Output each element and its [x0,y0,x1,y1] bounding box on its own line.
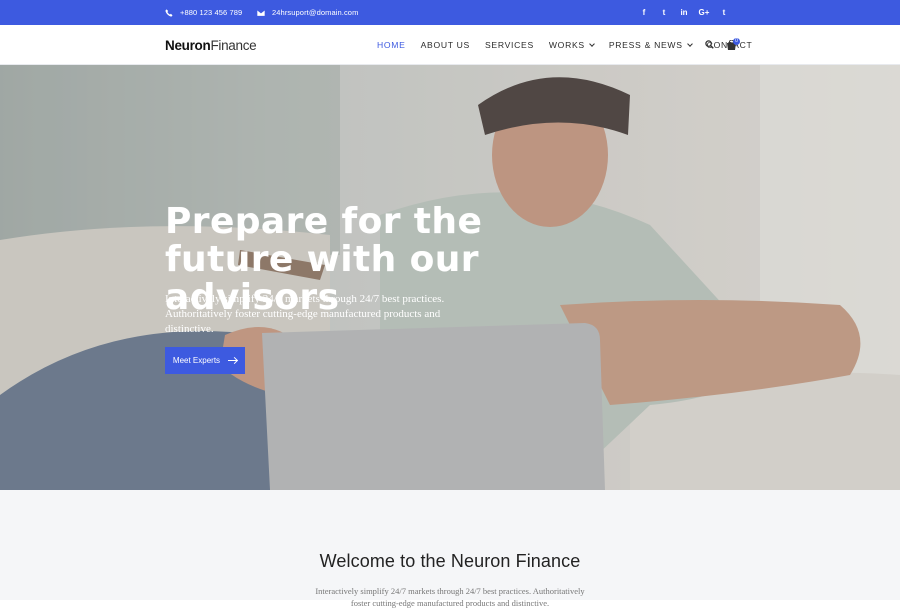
nav-about-label: ABOUT US [420,40,470,50]
chevron-down-icon [589,40,595,47]
hero-description: Interactively simplify 24/7 markets thro… [165,293,445,335]
nav-works-label: WORKS [548,40,585,50]
phone-icon [165,8,173,17]
search-icon[interactable] [705,40,714,49]
nav-press-news[interactable]: PRESS & NEWS [608,40,693,50]
nav-press-label: PRESS & NEWS [608,40,683,50]
site-logo[interactable]: NeuronFinance [165,38,257,53]
envelope-icon [257,8,265,17]
nav-works[interactable]: WORKS [548,40,595,50]
phone-number: +880 123 456 789 [180,8,243,17]
linkedin-icon[interactable]: in [674,0,694,25]
email-info[interactable]: 24hrsuport@domain.com [257,0,358,25]
phone-info[interactable]: +880 123 456 789 [165,0,242,25]
facebook-icon[interactable]: f [634,0,654,25]
chevron-down-icon [686,40,693,47]
nav-home[interactable]: HOME [377,40,406,50]
nav-services[interactable]: SERVICES [485,40,534,50]
logo-light-text: Finance [210,38,257,53]
cart-count-badge: 0 [733,38,740,45]
tumblr-icon[interactable]: t [714,0,734,25]
welcome-section: Welcome to the Neuron Finance Interactiv… [0,490,900,608]
meet-experts-label: Meet Experts [172,356,221,365]
meet-experts-button[interactable]: Meet Experts [165,347,245,374]
arrow-right-icon [228,360,238,361]
nav-home-label: HOME [377,40,406,50]
welcome-title: Welcome to the Neuron Finance [319,551,581,571]
hero-section: Prepare for the future with our advisors… [0,65,900,490]
google-plus-icon[interactable]: G+ [694,0,714,25]
logo-bold-text: Neuron [165,38,211,53]
email-address: 24hrsuport@domain.com [272,8,359,17]
nav-services-label: SERVICES [484,40,534,50]
welcome-text: Interactively simplify 24/7 markets thro… [315,586,585,608]
social-links: f t in G+ t [634,0,734,25]
top-bar: +880 123 456 789 24hrsuport@domain.com f… [0,0,900,25]
twitter-icon[interactable]: t [654,0,674,25]
main-navbar: NeuronFinance HOME ABOUT US SERVICES WOR… [0,25,900,65]
nav-about-us[interactable]: ABOUT US [421,40,470,50]
